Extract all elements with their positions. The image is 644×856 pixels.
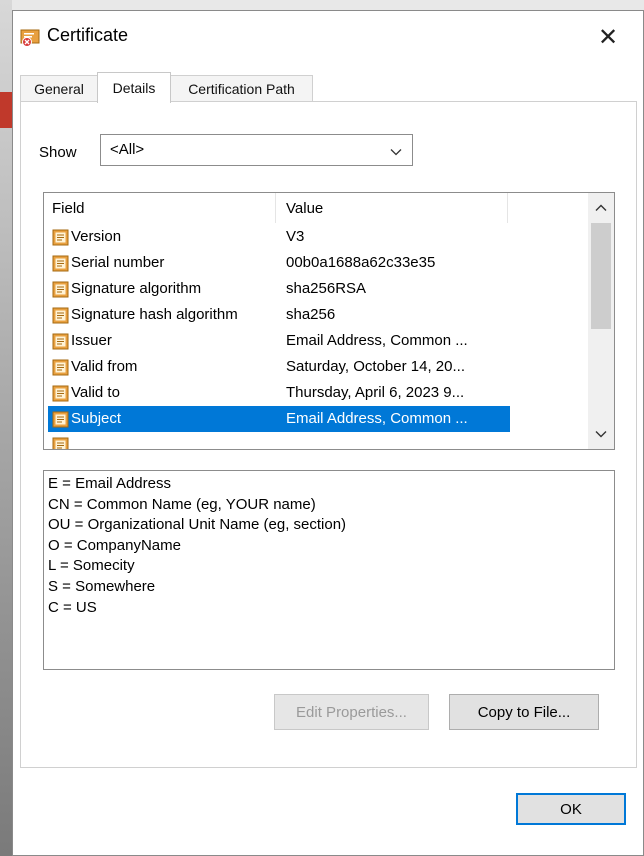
- certificate-dialog: Certificate ✕ General Details Certificat…: [12, 10, 644, 856]
- list-item[interactable]: Signature algorithm sha256RSA: [48, 276, 510, 302]
- show-dropdown[interactable]: <All>: [100, 134, 413, 166]
- field-detail-textbox[interactable]: E = Email Address CN = Common Name (eg, …: [43, 470, 615, 670]
- scroll-up-button[interactable]: [588, 193, 614, 223]
- show-label: Show: [39, 144, 77, 161]
- chevron-up-icon: [595, 200, 607, 217]
- ok-button[interactable]: OK: [516, 793, 626, 825]
- details-panel: Show <All> Field Value Version V3 Serial…: [20, 101, 637, 768]
- scroll-thumb[interactable]: [591, 223, 611, 329]
- document-field-icon: [52, 437, 69, 449]
- list-item[interactable]: Valid to Thursday, April 6, 2023 9...: [48, 380, 510, 406]
- list-item[interactable]: Signature hash algorithm sha256: [48, 302, 510, 328]
- detail-line: S = Somewhere: [48, 577, 156, 595]
- document-field-icon: [52, 359, 69, 376]
- document-field-icon: [52, 255, 69, 272]
- list-item[interactable]: Version V3: [48, 224, 510, 250]
- tab-details[interactable]: Details: [97, 72, 171, 103]
- list-item-partial[interactable]: [48, 432, 510, 449]
- document-field-icon: [52, 307, 69, 324]
- document-field-icon: [52, 281, 69, 298]
- list-item[interactable]: Issuer Email Address, Common ...: [48, 328, 510, 354]
- edit-properties-button[interactable]: Edit Properties...: [274, 694, 429, 730]
- close-icon: ✕: [597, 23, 619, 51]
- list-item-selected[interactable]: Subject Email Address, Common ...: [48, 406, 510, 432]
- background-app: [0, 0, 12, 856]
- list-item[interactable]: Valid from Saturday, October 14, 20...: [48, 354, 510, 380]
- tab-certification-path[interactable]: Certification Path: [170, 75, 313, 102]
- field-list-scrollbar[interactable]: [588, 193, 614, 449]
- certificate-icon: [20, 27, 42, 47]
- detail-line: O = CompanyName: [48, 536, 181, 554]
- copy-to-file-button[interactable]: Copy to File...: [449, 694, 599, 730]
- tab-general[interactable]: General: [20, 75, 98, 102]
- list-item[interactable]: Serial number 00b0a1688a62c33e35: [48, 250, 510, 276]
- column-header-value[interactable]: Value: [276, 193, 508, 223]
- detail-line: OU = Organizational Unit Name (eg, secti…: [48, 516, 347, 534]
- title-bar[interactable]: Certificate ✕: [13, 11, 643, 61]
- chevron-down-icon: [595, 426, 607, 443]
- detail-line: C = US: [48, 598, 97, 616]
- document-field-icon: [52, 333, 69, 350]
- document-field-icon: [52, 385, 69, 402]
- field-list[interactable]: Field Value Version V3 Serial number 00b…: [43, 192, 615, 450]
- document-field-icon: [52, 411, 69, 428]
- scroll-down-button[interactable]: [588, 419, 614, 449]
- column-header-field[interactable]: Field: [44, 193, 276, 223]
- background-app-accent: [0, 92, 12, 128]
- show-selected-value: <All>: [110, 141, 145, 158]
- document-field-icon: [52, 229, 69, 246]
- detail-line: CN = Common Name (eg, YOUR name): [48, 495, 316, 513]
- background-window: [0, 0, 644, 10]
- chevron-down-icon: [390, 145, 402, 157]
- detail-line: L = Somecity: [48, 557, 135, 575]
- detail-line: E = Email Address: [48, 475, 171, 492]
- close-button[interactable]: ✕: [585, 19, 631, 55]
- window-title: Certificate: [47, 25, 129, 45]
